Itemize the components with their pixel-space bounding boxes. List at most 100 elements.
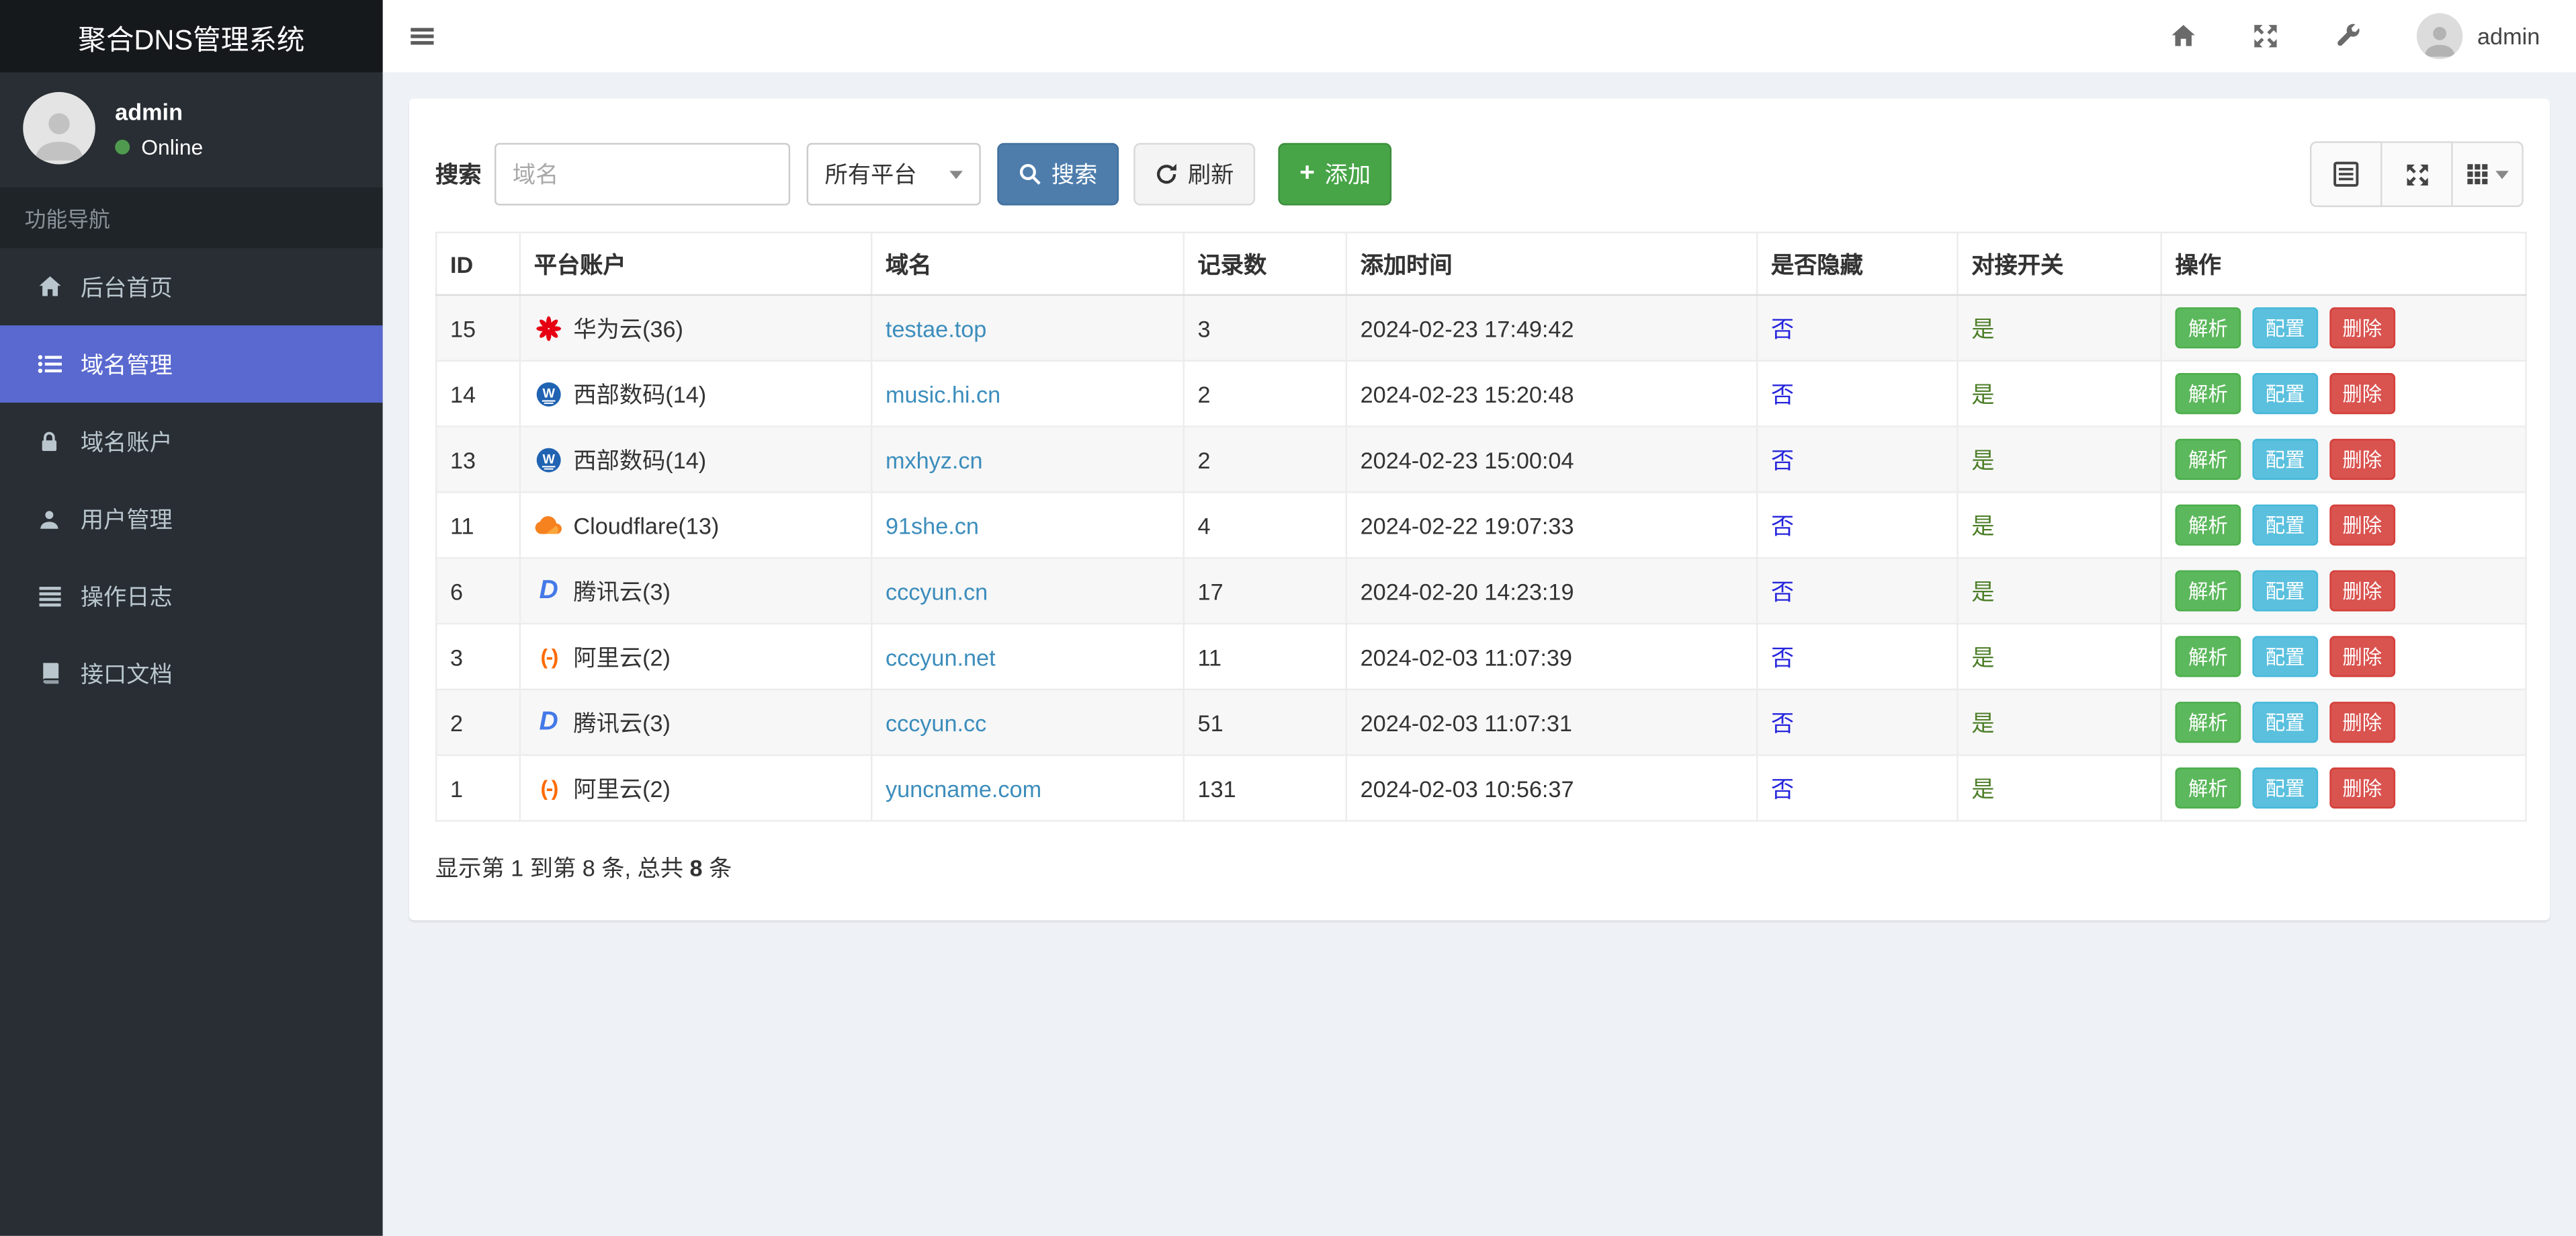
hidden-toggle-link[interactable]: 否	[1771, 380, 1794, 407]
domain-link[interactable]: music.hi.cn	[886, 380, 1000, 407]
cell-hidden: 否	[1756, 360, 1959, 427]
switch-toggle-link[interactable]: 是	[1971, 775, 1994, 801]
delete-button[interactable]: 删除	[2329, 767, 2395, 809]
resolve-button[interactable]: 解析	[2175, 307, 2241, 349]
resolve-button[interactable]: 解析	[2175, 636, 2241, 677]
app-window: 聚合DNS管理系统 admin Online 功能导航 后台首页 域名管理 域名…	[0, 0, 2576, 1236]
resolve-button[interactable]: 解析	[2175, 438, 2241, 480]
wrench-icon[interactable]	[2334, 23, 2360, 49]
table-row: 2 D 腾讯云(3) cccyun.cc 51 2024-02-03 11:07…	[435, 688, 2527, 756]
domain-link[interactable]: 91she.cn	[886, 512, 979, 538]
resolve-button[interactable]: 解析	[2175, 767, 2241, 809]
search-button[interactable]: 搜索	[997, 142, 1119, 206]
config-button[interactable]: 配置	[2252, 438, 2318, 480]
switch-toggle-link[interactable]: 是	[1971, 643, 1994, 669]
config-button[interactable]: 配置	[2252, 504, 2318, 546]
sidebar-item-api-docs[interactable]: 接口文档	[0, 634, 383, 712]
switch-toggle-link[interactable]: 是	[1971, 512, 1994, 538]
cell-record-count: 131	[1183, 754, 1348, 822]
domain-link[interactable]: cccyun.cn	[886, 577, 988, 604]
domain-link[interactable]: testae.top	[886, 315, 986, 341]
cell-id: 1	[435, 754, 521, 822]
delete-button[interactable]: 删除	[2329, 570, 2395, 612]
switch-toggle-link[interactable]: 是	[1971, 446, 1994, 472]
switch-toggle-link[interactable]: 是	[1971, 315, 1994, 341]
sidebar-item-user-management[interactable]: 用户管理	[0, 480, 383, 557]
content-area: 搜索 所有平台 搜索 刷新 +	[382, 72, 2576, 1236]
table-body: 15 华为云(36) testae.top 3 2024-02-23 17:49…	[435, 294, 2527, 822]
navbar-user-menu[interactable]: admin	[2416, 13, 2540, 60]
sidebar-item-dashboard[interactable]: 后台首页	[0, 248, 383, 325]
cell-hidden: 否	[1756, 754, 1959, 822]
resolve-button[interactable]: 解析	[2175, 504, 2241, 546]
domain-link[interactable]: cccyun.net	[886, 643, 996, 669]
huawei-cloud-icon	[534, 313, 564, 343]
cell-switch: 是	[1957, 360, 2162, 427]
add-button[interactable]: + 添加	[1278, 142, 1392, 206]
columns-grid-icon	[2467, 164, 2488, 185]
delete-button[interactable]: 删除	[2329, 702, 2395, 743]
aliyun-icon: (-)	[540, 644, 558, 669]
delete-button[interactable]: 删除	[2329, 307, 2395, 349]
hidden-toggle-link[interactable]: 否	[1771, 512, 1794, 538]
platform-select-value: 所有平台	[824, 161, 917, 188]
config-button[interactable]: 配置	[2252, 767, 2318, 809]
delete-button[interactable]: 删除	[2329, 373, 2395, 415]
refresh-button[interactable]: 刷新	[1133, 142, 1256, 206]
cell-record-count: 3	[1183, 294, 1348, 362]
cell-id: 6	[435, 557, 521, 625]
resolve-button[interactable]: 解析	[2175, 702, 2241, 743]
sidebar-item-domain-accounts[interactable]: 域名账户	[0, 403, 383, 480]
fullscreen-icon[interactable]	[2252, 23, 2278, 49]
hidden-toggle-link[interactable]: 否	[1771, 315, 1794, 341]
domain-link[interactable]: yuncname.com	[886, 775, 1041, 801]
switch-toggle-link[interactable]: 是	[1971, 709, 1994, 735]
svg-text:W: W	[542, 386, 555, 401]
domain-list-icon	[33, 352, 66, 376]
cell-switch: 是	[1957, 622, 2162, 690]
delete-button[interactable]: 删除	[2329, 438, 2395, 480]
home-icon[interactable]	[2170, 23, 2196, 49]
search-input[interactable]	[495, 142, 791, 206]
person-icon	[35, 113, 84, 161]
user-icon	[33, 507, 66, 530]
config-button[interactable]: 配置	[2252, 636, 2318, 677]
table-row: 1 (-) 阿里云(2) yuncname.com 131 2024-02-03…	[435, 754, 2527, 822]
delete-button[interactable]: 删除	[2329, 504, 2395, 546]
resolve-button[interactable]: 解析	[2175, 373, 2241, 415]
col-header-hidden: 是否隐藏	[1756, 231, 1959, 296]
dnspod-icon: D	[539, 576, 558, 604]
switch-toggle-link[interactable]: 是	[1971, 577, 1994, 604]
config-button[interactable]: 配置	[2252, 570, 2318, 612]
hidden-toggle-link[interactable]: 否	[1771, 643, 1794, 669]
domain-link[interactable]: mxhyz.cn	[886, 446, 983, 472]
toggle-view-button[interactable]	[2309, 141, 2382, 208]
col-header-record-count: 记录数	[1183, 231, 1348, 296]
columns-dropdown-button[interactable]	[2452, 141, 2524, 208]
table-row: 11 Cloudflare(13) 91she.cn 4 2024-02-22 …	[435, 491, 2527, 559]
sidebar-item-domain-management[interactable]: 域名管理	[0, 325, 383, 403]
switch-toggle-link[interactable]: 是	[1971, 380, 1994, 407]
config-button[interactable]: 配置	[2252, 307, 2318, 349]
resolve-button[interactable]: 解析	[2175, 570, 2241, 612]
cell-record-count: 17	[1183, 557, 1348, 625]
cell-domain: cccyun.cc	[870, 688, 1185, 756]
col-header-switch: 对接开关	[1957, 231, 2162, 296]
pagination-summary: 显示第 1 到第 8 条, 总共 8 条	[435, 854, 732, 881]
hidden-toggle-link[interactable]: 否	[1771, 446, 1794, 472]
cell-hidden: 否	[1756, 688, 1959, 756]
hidden-toggle-link[interactable]: 否	[1771, 577, 1794, 604]
cell-platform-account: W 西部数码(14)	[519, 425, 873, 493]
hidden-toggle-link[interactable]: 否	[1771, 775, 1794, 801]
cell-switch: 是	[1957, 688, 2162, 756]
config-button[interactable]: 配置	[2252, 373, 2318, 415]
hidden-toggle-link[interactable]: 否	[1771, 709, 1794, 735]
delete-button[interactable]: 删除	[2329, 636, 2395, 677]
sidebar-toggle-menu-icon[interactable]	[409, 23, 435, 49]
fullscreen-table-button[interactable]	[2382, 141, 2453, 208]
domain-link[interactable]: cccyun.cc	[886, 709, 986, 735]
sidebar-item-operation-logs[interactable]: 操作日志	[0, 557, 383, 634]
platform-select[interactable]: 所有平台	[806, 142, 981, 206]
cell-actions: 解析 配置 删除	[2160, 622, 2527, 690]
config-button[interactable]: 配置	[2252, 702, 2318, 743]
